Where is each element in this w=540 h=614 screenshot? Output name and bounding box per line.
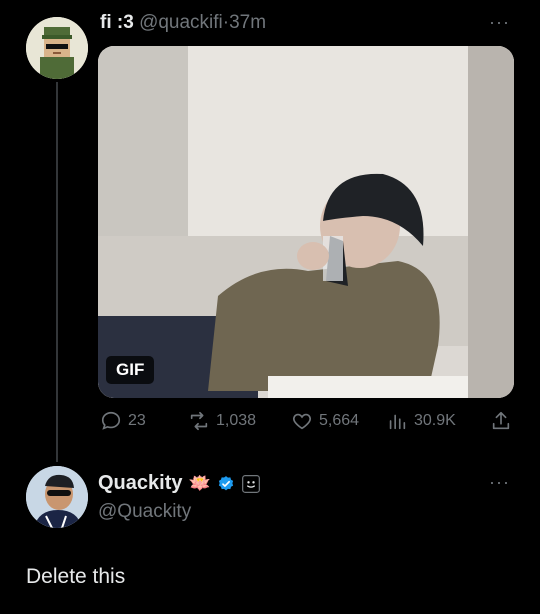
avatar[interactable]: [26, 17, 88, 79]
views-chart-icon: [389, 414, 406, 430]
post-header: fi :3 @quackifi·37m: [100, 12, 266, 34]
reply-icon: [101, 411, 121, 430]
post-action-bar: 23 1,038 5,664 30.9K: [98, 410, 518, 436]
post-timestamp[interactable]: 37m: [229, 12, 266, 33]
repost-button[interactable]: 1,038: [188, 410, 256, 432]
reply-avatar[interactable]: [26, 466, 88, 528]
reply-more-options-button[interactable]: ···: [489, 472, 510, 493]
post-media-gif[interactable]: GIF: [98, 46, 514, 398]
verified-badge-icon[interactable]: [217, 475, 235, 493]
pixel-avatar-image: [26, 17, 88, 79]
reply-author-name-row: Quackity 🪷: [98, 472, 261, 495]
reply-text: Delete this: [26, 565, 126, 588]
reply-author-handle[interactable]: @Quackity: [98, 501, 261, 523]
post-more-options-button[interactable]: ···: [489, 12, 510, 33]
gif-frame-image: [98, 46, 514, 398]
views-button[interactable]: 30.9K: [386, 410, 456, 432]
post-author-name[interactable]: fi :3: [100, 12, 134, 33]
reply-avatar-image: [26, 466, 88, 528]
share-button[interactable]: [490, 410, 512, 432]
post-author-handle[interactable]: @quackifi: [139, 12, 223, 33]
automated-account-icon[interactable]: [241, 474, 261, 494]
reply-author-name[interactable]: Quackity: [98, 472, 182, 495]
repost-count: 1,038: [216, 412, 257, 429]
like-count: 5,664: [319, 412, 360, 429]
lotus-emoji: 🪷: [188, 473, 211, 493]
share-icon: [492, 411, 510, 430]
thread-connector-line: [56, 82, 58, 462]
like-button[interactable]: 5,664: [291, 410, 359, 432]
heart-icon: [293, 413, 311, 430]
reply-header: Quackity 🪷 @Quackity: [98, 472, 261, 523]
views-count: 30.9K: [414, 412, 456, 429]
reply-button[interactable]: 23: [100, 410, 146, 432]
gif-badge: GIF: [106, 356, 155, 384]
repost-icon: [190, 411, 208, 431]
reply-count: 23: [128, 412, 146, 429]
